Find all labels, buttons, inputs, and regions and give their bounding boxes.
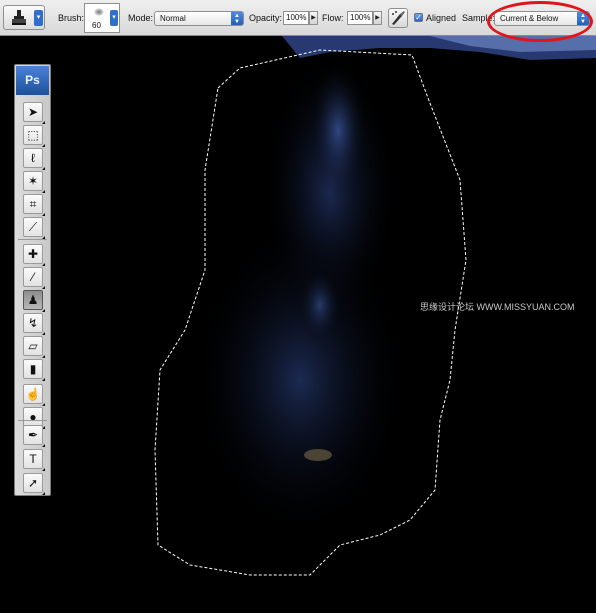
toolbox-panel: Ps ➤ ⬚ ℓ ✶ ⌗ ⟋ ✚ ⁄ ♟ ↯ ▱ ▮ ☝ ● ✒ T ➚ — [14, 64, 51, 496]
photoshop-logo[interactable]: Ps — [16, 66, 49, 95]
flyout-corner-icon — [42, 190, 45, 193]
flow-label: Flow: — [322, 13, 344, 23]
subject-lower — [190, 220, 410, 540]
gradient-icon: ▮ — [29, 362, 37, 376]
flyout-corner-icon — [42, 332, 45, 335]
flyout-corner-icon — [42, 468, 45, 471]
slice-tool[interactable]: ⟋ — [23, 217, 45, 239]
toolbox-separator — [18, 239, 47, 240]
chevron-down-icon: ▾ — [34, 10, 43, 26]
document-canvas[interactable] — [0, 36, 596, 613]
watermark: 思缘设计论坛 WWW.MISSYUAN.COM — [420, 302, 575, 312]
mode-value: Normal — [160, 14, 186, 23]
history-brush-tool[interactable]: ↯ — [23, 313, 45, 335]
brush-label: Brush: — [58, 13, 85, 23]
toolbox-separator — [18, 420, 47, 421]
options-bar: ▾ Brush: 60 ▾ Mode: Normal ▲ ▼ Opacity: 1… — [0, 0, 596, 36]
lasso-tool[interactable]: ℓ — [23, 148, 45, 170]
aligned-checkbox[interactable]: ✓ — [414, 13, 423, 22]
flyout-corner-icon — [42, 144, 45, 147]
magic-wand-tool[interactable]: ✶ — [23, 171, 45, 193]
flyout-corner-icon — [42, 355, 45, 358]
updown-arrows-icon: ▲ ▼ — [577, 12, 589, 25]
flyout-corner-icon — [42, 263, 45, 266]
brush-picker[interactable]: 60 ▾ — [84, 3, 120, 33]
subject-highlight-2 — [298, 267, 342, 343]
brush-tip-icon — [94, 8, 104, 16]
flyout-corner-icon — [42, 286, 45, 289]
sample-select[interactable]: Current & Below ▲ ▼ — [494, 11, 590, 26]
flyout-corner-icon — [42, 309, 45, 312]
pen-tool[interactable]: ✒ — [23, 425, 45, 447]
flyout-corner-icon — [42, 121, 45, 124]
tool-preset-picker[interactable]: ▾ — [3, 5, 45, 30]
mode-select[interactable]: Normal ▲ ▼ — [154, 11, 244, 26]
crop-icon: ⌗ — [29, 197, 37, 211]
airbrush-icon — [392, 11, 405, 25]
flyout-corner-icon — [42, 444, 45, 447]
flow-field[interactable]: 100% — [347, 11, 373, 25]
eraser-tool[interactable]: ▱ — [23, 336, 45, 358]
opacity-flyout-button[interactable]: ▶ — [309, 11, 318, 25]
type-icon: T — [29, 452, 37, 466]
chevron-down-icon: ▾ — [110, 10, 118, 26]
photoshop-window: 思缘设计论坛 WWW.MISSYUAN.COM ▾ Brush: 60 ▾ Mo… — [0, 0, 596, 613]
brush-size: 60 — [92, 21, 101, 30]
path-selection-tool[interactable]: ➚ — [23, 473, 45, 495]
dodge-tool[interactable]: ● — [23, 407, 45, 429]
lasso-icon: ℓ — [31, 151, 35, 165]
move-icon: ➤ — [27, 105, 39, 119]
eraser-icon: ▱ — [28, 339, 38, 353]
subject-glint — [304, 449, 332, 461]
marquee-icon: ⬚ — [27, 128, 39, 142]
healing-brush-tool[interactable]: ✚ — [23, 244, 45, 266]
flyout-corner-icon — [42, 403, 45, 406]
flow-flyout-button[interactable]: ▶ — [373, 11, 382, 25]
bandage-icon: ✚ — [27, 247, 39, 261]
opacity-field[interactable]: 100% — [283, 11, 309, 25]
arrow-icon: ➚ — [27, 476, 39, 490]
updown-arrows-icon: ▲ ▼ — [231, 12, 243, 25]
gradient-tool[interactable]: ▮ — [23, 359, 45, 381]
slice-icon: ⟋ — [28, 220, 38, 234]
flyout-corner-icon — [42, 213, 45, 216]
pen-icon: ✒ — [27, 428, 39, 442]
brush-tool[interactable]: ⁄ — [23, 267, 45, 289]
marquee-tool[interactable]: ⬚ — [23, 125, 45, 147]
flyout-corner-icon — [42, 167, 45, 170]
smudge-icon: ☝ — [25, 387, 41, 401]
aligned-label: Aligned — [426, 13, 457, 23]
move-tool[interactable]: ➤ — [23, 102, 45, 124]
sample-value: Current & Below — [500, 14, 559, 23]
blur-tool[interactable]: ☝ — [23, 384, 45, 406]
clone-stamp-tool[interactable]: ♟ — [23, 290, 45, 312]
history-brush-icon: ↯ — [27, 316, 39, 330]
type-tool[interactable]: T — [23, 449, 45, 471]
magic-wand-icon: ✶ — [27, 174, 39, 188]
sample-label: Sample: — [462, 13, 496, 23]
flyout-corner-icon — [42, 492, 45, 495]
brush-icon: ⁄ — [31, 270, 34, 284]
airbrush-button[interactable] — [388, 8, 408, 28]
opacity-label: Opacity: — [249, 13, 283, 23]
clone-stamp-icon: ♟ — [27, 293, 39, 307]
mode-label: Mode: — [128, 13, 154, 23]
dodge-icon: ● — [29, 410, 37, 424]
clone-stamp-icon — [12, 10, 26, 25]
subject-highlight — [308, 60, 368, 200]
crop-tool[interactable]: ⌗ — [23, 194, 45, 216]
flyout-corner-icon — [42, 378, 45, 381]
